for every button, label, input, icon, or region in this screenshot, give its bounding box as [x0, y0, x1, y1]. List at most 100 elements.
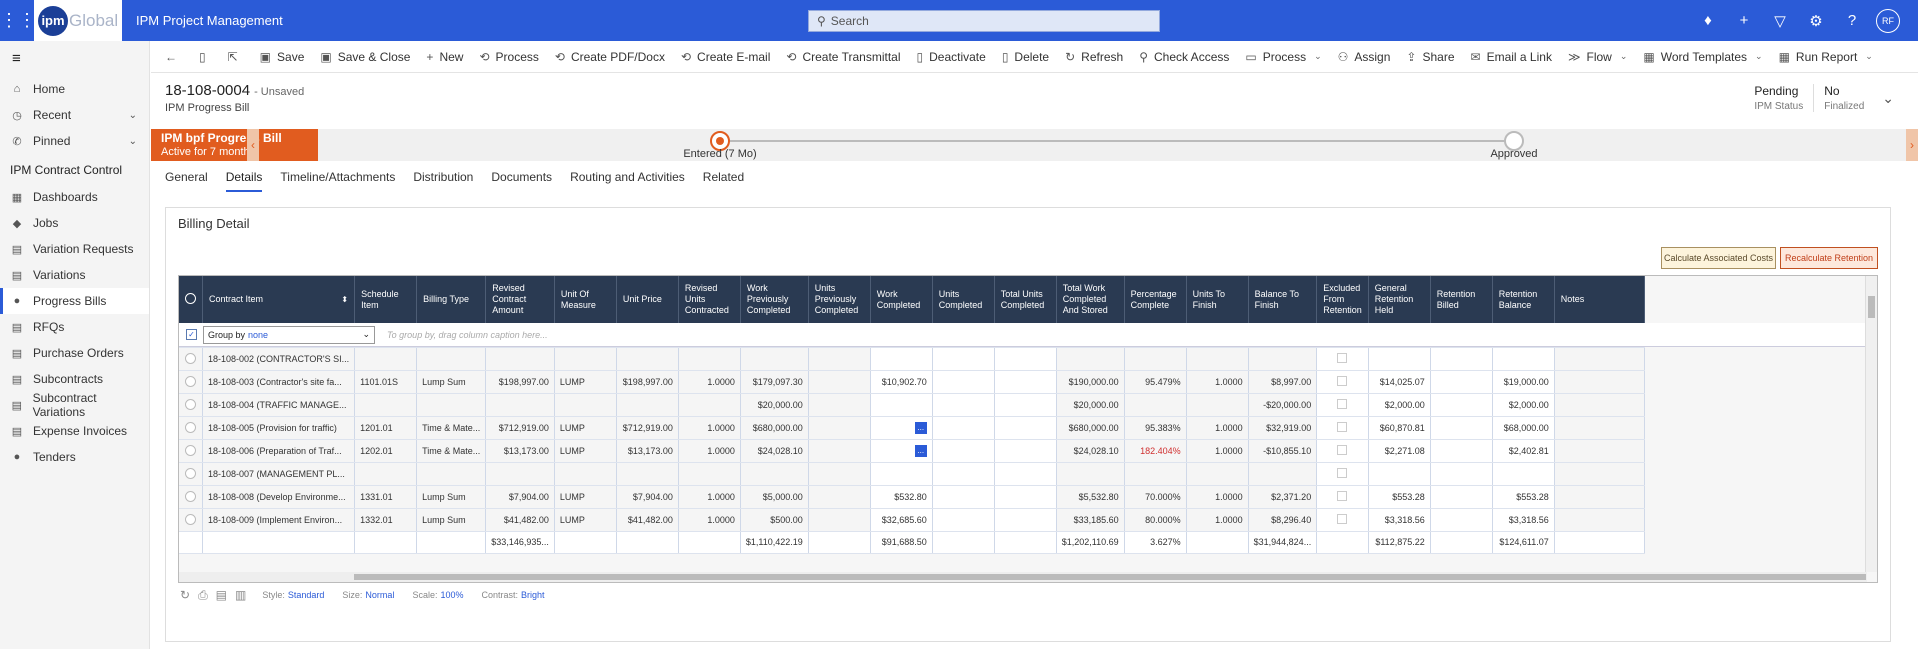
select-all-checkbox[interactable]: ✓ [186, 329, 197, 340]
table-row[interactable]: 18-108-002 (CONTRACTOR'S SI... [179, 347, 1645, 371]
scroll-thumb[interactable] [354, 574, 1866, 580]
cell-excluded-from-retention[interactable] [1316, 508, 1369, 532]
cell-total-units-completed[interactable] [994, 439, 1057, 463]
save-close-button[interactable]: ▣ Save & Close [312, 41, 418, 73]
row-select-cell[interactable] [179, 508, 203, 532]
check-access-button[interactable]: ⚲ Check Access [1131, 41, 1237, 73]
cell-units-completed[interactable] [932, 462, 995, 486]
hamburger-menu-icon[interactable]: ≡ [0, 41, 149, 76]
row-radio[interactable] [185, 491, 196, 503]
column-header-billing-type[interactable]: Billing Type [416, 276, 487, 323]
column-header-total-units-completed[interactable]: Total Units Completed [994, 276, 1057, 323]
cell-general-retention-held[interactable]: $2,000.00 [1368, 393, 1431, 417]
row-select-cell[interactable] [179, 370, 203, 394]
process-prev-arrow-icon[interactable]: ‹ [247, 129, 259, 161]
excluded-checkbox[interactable] [1337, 467, 1348, 478]
lookup-button[interactable]: ... [914, 421, 927, 434]
cell-retention-billed[interactable] [1430, 347, 1493, 371]
select-column-header[interactable] [179, 276, 203, 323]
cell-retention-billed[interactable] [1430, 370, 1493, 394]
process-button[interactable]: ⟲ Process [471, 41, 546, 73]
column-header-units-previously-completed[interactable]: Units Previously Completed [808, 276, 871, 323]
cell-units-completed[interactable] [932, 508, 995, 532]
cell-excluded-from-retention[interactable] [1316, 485, 1369, 509]
row-radio[interactable] [185, 422, 196, 434]
assign-button[interactable]: ⚇ Assign [1330, 41, 1399, 73]
excluded-checkbox[interactable] [1337, 421, 1348, 432]
app-title[interactable]: IPM Project Management [136, 13, 283, 28]
excluded-checkbox[interactable] [1337, 398, 1348, 409]
filter-icon[interactable]: ▽ [1762, 12, 1798, 30]
horizontal-scrollbar[interactable] [179, 572, 1867, 582]
cell-total-units-completed[interactable] [994, 393, 1057, 417]
cell-retention-balance[interactable]: $553.28 [1492, 485, 1555, 509]
create-transmittal-button[interactable]: ⟲ Create Transmittal [778, 41, 908, 73]
sidebar-item-home[interactable]: ⌂ Home [0, 76, 149, 102]
cell-excluded-from-retention[interactable] [1316, 393, 1369, 417]
share-button[interactable]: ⇪ Share [1398, 41, 1462, 73]
cell-general-retention-held[interactable]: $14,025.07 [1368, 370, 1431, 394]
sidebar-item-variation-requests[interactable]: ▤ Variation Requests [0, 236, 149, 262]
back-arrow-icon[interactable]: ← [157, 41, 191, 73]
process-next-arrow-icon[interactable]: › [1906, 129, 1918, 161]
cell-total-units-completed[interactable] [994, 416, 1057, 440]
sidebar-item-dashboards[interactable]: ▦ Dashboards [0, 184, 149, 210]
column-header-contract-item[interactable]: Contract Item ⬍ [202, 276, 356, 323]
cell-retention-billed[interactable] [1430, 416, 1493, 440]
tab-distribution[interactable]: Distribution [413, 170, 473, 192]
table-row[interactable]: 18-108-005 (Provision for traffic) 1201.0… [179, 416, 1645, 440]
sidebar-item-purchase-orders[interactable]: ▤ Purchase Orders [0, 340, 149, 366]
cell-work-completed[interactable]: ... [870, 439, 933, 463]
contrast-dropdown[interactable]: Bright [521, 590, 545, 600]
cell-retention-balance[interactable]: $19,000.00 [1492, 370, 1555, 394]
excluded-checkbox[interactable] [1337, 490, 1348, 501]
flow-button[interactable]: ≫ Flow ⌄ [1560, 41, 1635, 73]
create-pdf-docx-button[interactable]: ⟲ Create PDF/Docx [547, 41, 673, 73]
tab-general[interactable]: General [165, 170, 208, 192]
popout-icon[interactable]: ⇱ [220, 41, 252, 73]
cell-general-retention-held[interactable]: $3,318.56 [1368, 508, 1431, 532]
column-header-retention-billed[interactable]: Retention Billed [1430, 276, 1493, 323]
cell-excluded-from-retention[interactable] [1316, 462, 1369, 486]
row-radio[interactable] [185, 468, 196, 480]
row-select-cell[interactable] [179, 462, 203, 486]
recalculate-retention-button[interactable]: Recalculate Retention [1780, 247, 1878, 269]
table-row[interactable]: 18-108-003 (Contractor's site fa... 1101.… [179, 370, 1645, 394]
cell-general-retention-held[interactable]: $60,870.81 [1368, 416, 1431, 440]
finalized-field[interactable]: No Finalized [1813, 84, 1874, 112]
new-button[interactable]: + New [418, 41, 471, 73]
sidebar-item-rfqs[interactable]: ▤ RFQs [0, 314, 149, 340]
row-radio[interactable] [185, 445, 196, 457]
run-report-button[interactable]: ▦ Run Report ⌄ [1771, 41, 1881, 73]
cell-units-completed[interactable] [932, 370, 995, 394]
cell-retention-billed[interactable] [1430, 462, 1493, 486]
cell-retention-billed[interactable] [1430, 439, 1493, 463]
column-header-units-to-finish[interactable]: Units To Finish [1186, 276, 1249, 323]
cell-total-units-completed[interactable] [994, 462, 1057, 486]
column-header-retention-balance[interactable]: Retention Balance [1492, 276, 1555, 323]
row-select-cell[interactable] [179, 485, 203, 509]
cell-total-units-completed[interactable] [994, 485, 1057, 509]
sidebar-item-expense-invoices[interactable]: ▤ Expense Invoices [0, 418, 149, 444]
layout-icon[interactable]: ▥ [235, 588, 246, 602]
cell-total-units-completed[interactable] [994, 347, 1057, 371]
cell-general-retention-held[interactable]: $553.28 [1368, 485, 1431, 509]
cell-work-completed[interactable]: $10,902.70 [870, 370, 933, 394]
avatar[interactable]: RF [1876, 8, 1900, 33]
sort-icon[interactable]: ⬍ [341, 294, 348, 305]
column-header-notes[interactable]: Notes [1554, 276, 1645, 323]
search-input[interactable]: ⚲ Search [808, 10, 1160, 32]
cell-retention-balance[interactable]: $2,000.00 [1492, 393, 1555, 417]
export-icon[interactable]: ▤ [216, 588, 227, 602]
sidebar-item-progress-bills[interactable]: ● Progress Bills [0, 288, 149, 314]
row-radio[interactable] [185, 376, 196, 388]
calculate-associated-costs-button[interactable]: Calculate Associated Costs [1661, 247, 1776, 269]
deactivate-button[interactable]: ▯ Deactivate [909, 41, 994, 73]
cell-work-completed[interactable] [870, 393, 933, 417]
column-header-work-completed[interactable]: Work Completed [870, 276, 933, 323]
vertical-scrollbar[interactable] [1865, 276, 1877, 572]
row-radio[interactable] [185, 353, 196, 365]
cell-units-completed[interactable] [932, 393, 995, 417]
column-header-unit-price[interactable]: Unit Price [616, 276, 679, 323]
chevron-down-icon[interactable]: ⌄ [1882, 90, 1894, 107]
